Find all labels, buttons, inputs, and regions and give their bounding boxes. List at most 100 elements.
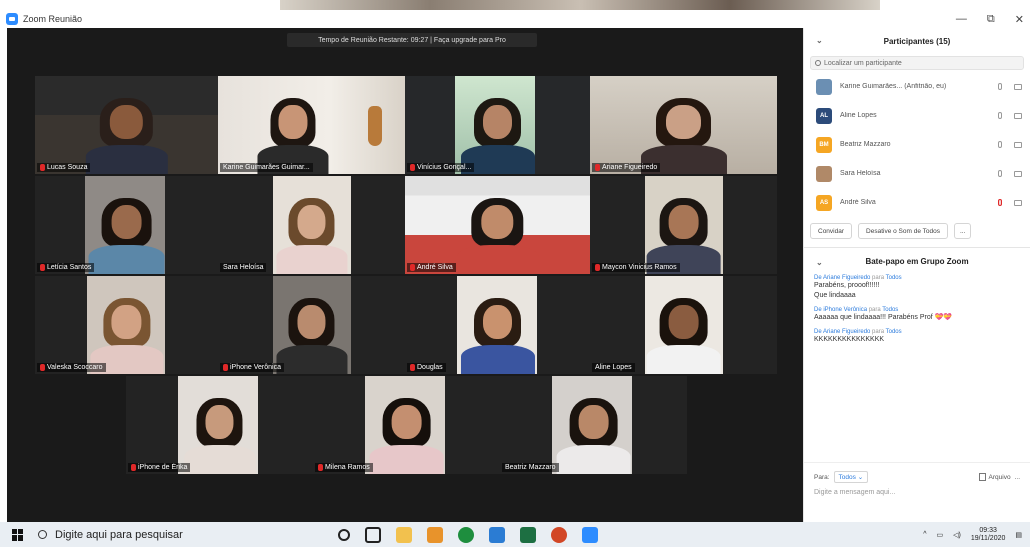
windows-taskbar: Digite aqui para pesquisar ^ ▭ ◁) 09:33 … <box>0 522 1030 547</box>
avatar: AS <box>816 194 832 211</box>
video-tile[interactable]: Lucas Souza <box>35 76 218 174</box>
camera-icon[interactable] <box>1014 170 1022 177</box>
cortana-icon[interactable] <box>338 528 350 541</box>
muted-mic-icon[interactable] <box>998 199 1002 206</box>
participant-name-tag: iPhone Verônica <box>220 363 284 372</box>
meeting-time-banner[interactable]: Tempo de Reunião Restante: 09:27 | Faça … <box>287 33 537 47</box>
video-tile[interactable]: Vinícius Gonçal... <box>405 76 590 174</box>
video-tile[interactable]: Sara Heloísa <box>218 176 405 274</box>
video-tile[interactable]: Valeska Scoccaro <box>35 276 218 374</box>
camera-icon[interactable] <box>1014 112 1022 119</box>
chevron-up-icon[interactable]: ^ <box>923 531 926 538</box>
mic-icon[interactable] <box>998 141 1002 148</box>
chat-message: De iPhone Verônica para Todos Aaaaaa que… <box>814 307 953 321</box>
task-view-icon[interactable] <box>365 526 381 543</box>
camera-icon[interactable] <box>1014 83 1022 90</box>
excel-icon[interactable] <box>520 526 536 543</box>
participant-name-tag: Lucas Souza <box>37 163 91 172</box>
mic-icon[interactable] <box>998 170 1002 177</box>
participant-name-tag: André Silva <box>407 263 456 272</box>
window-controls: — ⧉ ✕ <box>956 10 1024 28</box>
camera-icon[interactable] <box>1014 199 1022 206</box>
chevron-down-icon[interactable]: ⌄ <box>816 258 823 267</box>
chat-message-input[interactable]: Digite a mensagem aqui... <box>804 483 1030 502</box>
video-tile[interactable]: Letícia Santos <box>35 176 218 274</box>
participant-actions: Convidar Desative o Som de Todos ... <box>804 217 1030 245</box>
muted-mic-icon <box>223 364 228 371</box>
camera-icon[interactable] <box>1014 141 1022 148</box>
participant-name-tag: Karine Guimarães Guimar... <box>220 163 313 172</box>
participant-name-tag: Ariane Figueiredo <box>592 163 661 172</box>
file-explorer-icon[interactable] <box>396 526 412 543</box>
participants-title: Participantes (15) <box>883 36 951 46</box>
close-button[interactable]: ✕ <box>1015 13 1024 26</box>
participant-name-tag: Letícia Santos <box>37 263 95 272</box>
muted-mic-icon <box>40 364 45 371</box>
participants-header: ⌄ Participantes (15) <box>804 28 1030 54</box>
taskbar-apps <box>338 526 598 543</box>
participant-list-item[interactable]: BM Beatriz Mazzaro <box>804 130 1030 159</box>
participant-list-item[interactable]: AL Aline Lopes <box>804 101 1030 130</box>
powerpoint-icon[interactable] <box>551 526 567 543</box>
app-icon[interactable] <box>427 526 443 543</box>
participant-name-tag: Valeska Scoccaro <box>37 363 106 372</box>
mail-icon[interactable] <box>489 526 505 543</box>
window-titlebar: Zoom Reunião — ⧉ ✕ <box>0 10 1030 28</box>
window-title: Zoom Reunião <box>23 14 83 24</box>
participant-name-tag: Douglas <box>407 363 446 372</box>
windows-start-icon[interactable] <box>12 528 24 541</box>
video-tile[interactable]: iPhone de Érika <box>126 376 313 474</box>
video-tile[interactable]: Maycon Vinicius Ramos <box>590 176 777 274</box>
mic-icon[interactable] <box>998 83 1002 90</box>
mute-all-button[interactable]: Desative o Som de Todos <box>858 223 948 239</box>
video-tile[interactable]: Ariane Figueiredo <box>590 76 777 174</box>
background-photo-strip <box>280 0 880 10</box>
search-icon <box>815 60 821 66</box>
notifications-icon[interactable]: ▤ <box>1015 531 1022 539</box>
participant-list-item[interactable]: Karine Guimarães... (Anfitrião, eu) <box>804 72 1030 101</box>
volume-icon[interactable]: ◁) <box>953 531 961 539</box>
muted-mic-icon <box>595 264 600 271</box>
participant-name-tag: Sara Heloísa <box>220 263 267 272</box>
participant-search-input[interactable]: Localizar um participante <box>810 56 1024 70</box>
participant-list-item[interactable]: AS André Silva <box>804 188 1030 217</box>
muted-mic-icon <box>131 464 136 471</box>
taskbar-search-input[interactable]: Digite aqui para pesquisar <box>38 522 288 547</box>
network-icon[interactable]: ▭ <box>937 531 944 539</box>
video-tile-active-speaker[interactable]: Karine Guimarães Guimar... <box>218 76 405 174</box>
video-tile[interactable]: iPhone Verônica <box>218 276 405 374</box>
zoom-taskbar-icon[interactable] <box>582 526 598 543</box>
video-tile[interactable]: Beatriz Mazzaro <box>500 376 687 474</box>
chat-more-button[interactable]: ... <box>1015 474 1020 481</box>
maximize-button[interactable]: ⧉ <box>987 13 995 26</box>
search-icon <box>38 530 47 539</box>
video-gallery: Tempo de Reunião Restante: 09:27 | Faça … <box>7 28 803 522</box>
invite-button[interactable]: Convidar <box>810 223 853 239</box>
file-button[interactable]: Arquivo <box>978 473 1011 481</box>
chrome-icon[interactable] <box>458 526 474 543</box>
chat-composer: Para: Todos ⌄ Arquivo ... Digite a mensa… <box>804 462 1030 522</box>
muted-mic-icon <box>410 264 415 271</box>
muted-mic-icon <box>595 164 600 171</box>
chat-title: Bate-papo em Grupo Zoom <box>865 256 969 266</box>
video-tile[interactable]: André Silva <box>405 176 590 274</box>
chat-message: De Ariane Figueiredo para Todos Parabéns… <box>814 275 902 299</box>
clock[interactable]: 09:33 19/11/2020 <box>971 527 1006 543</box>
more-options-button[interactable]: ... <box>953 223 972 239</box>
participant-list-item[interactable]: Sara Heloísa <box>804 159 1030 188</box>
video-tile[interactable]: Douglas <box>405 276 590 374</box>
participant-name-tag: Aline Lopes <box>592 363 635 372</box>
video-tile[interactable]: Milena Ramos <box>313 376 500 474</box>
participant-name-tag: iPhone de Érika <box>128 463 191 472</box>
muted-mic-icon <box>40 264 45 271</box>
chevron-down-icon[interactable]: ⌄ <box>816 36 823 45</box>
muted-mic-icon <box>410 364 415 371</box>
chat-header: ⌄ Bate-papo em Grupo Zoom <box>804 250 1030 272</box>
divider <box>804 247 1030 248</box>
guitar-decoration <box>368 106 382 146</box>
minimize-button[interactable]: — <box>956 13 967 25</box>
to-label: Para: <box>814 473 830 481</box>
mic-icon[interactable] <box>998 112 1002 119</box>
video-tile[interactable]: Aline Lopes <box>590 276 777 374</box>
recipient-select[interactable]: Todos ⌄ <box>833 471 869 483</box>
